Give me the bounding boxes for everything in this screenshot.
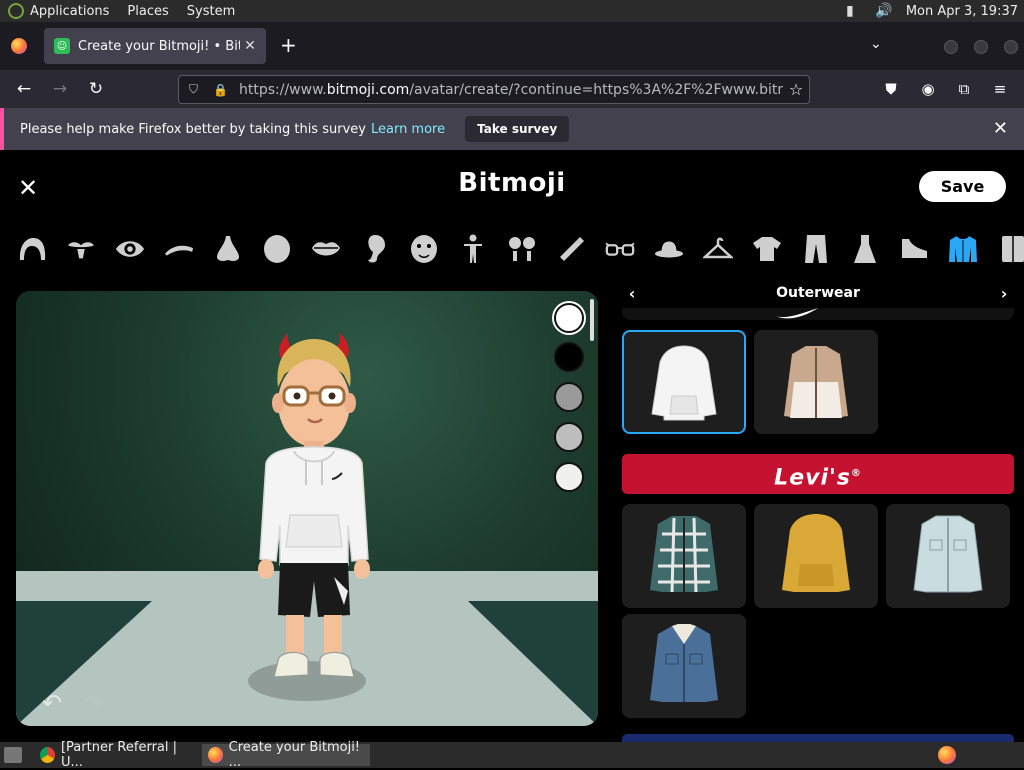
accessories-icon[interactable] <box>507 234 537 264</box>
menu-icon[interactable]: ≡ <box>990 79 1010 99</box>
panel-header: ‹ Outerwear › <box>620 278 1016 308</box>
top-icon[interactable] <box>752 234 782 264</box>
nav-bar: ← → ↻ ⛉ 🔒 https://www.bitmoji.com/avatar… <box>0 70 1024 108</box>
body-icon[interactable] <box>458 234 488 264</box>
forward-icon[interactable]: → <box>49 78 71 100</box>
top-panel: Applications Places System ▮ 🔊 Mon Apr 3… <box>0 0 1024 22</box>
window-close-icon[interactable] <box>1004 40 1018 54</box>
task-bitmoji[interactable]: Create your Bitmoji! ... <box>202 740 370 770</box>
face-shape-icon[interactable] <box>262 234 292 264</box>
minimize-icon[interactable] <box>944 40 958 54</box>
url-text[interactable]: https://www.bitmoji.com/avatar/create/?c… <box>239 82 783 98</box>
show-desktop-icon[interactable] <box>4 747 22 763</box>
pocket-icon[interactable]: ⛊ <box>881 79 901 99</box>
color-swatch-white[interactable] <box>554 303 584 333</box>
outerwear-panel: ‹ Outerwear › Levi's® <box>612 274 1024 744</box>
notice-close-icon[interactable]: ✕ <box>993 118 1008 139</box>
save-button[interactable]: Save <box>919 171 1006 202</box>
account-icon[interactable]: ◉ <box>918 79 938 99</box>
back-icon[interactable]: ← <box>13 78 35 100</box>
network-icon[interactable]: ▮ <box>838 3 862 19</box>
firefox-view-icon[interactable] <box>11 38 27 54</box>
survey-notification: Please help make Firefox better by takin… <box>0 108 1024 150</box>
list-tabs-icon[interactable]: ⌄ <box>870 36 882 52</box>
task-partner-referral[interactable]: [Partner Referral | U... <box>34 740 200 770</box>
category-bar <box>0 224 1024 274</box>
face-details-icon[interactable] <box>409 234 439 264</box>
gnome-foot-icon[interactable] <box>8 3 24 19</box>
nose-icon[interactable] <box>213 234 243 264</box>
tab-bitmoji[interactable]: ☺ Create your Bitmoji! • Bitmoji ✕ <box>44 28 266 64</box>
redo-icon[interactable]: ↷ <box>84 689 104 717</box>
url-bar[interactable]: ⛉ 🔒 https://www.bitmoji.com/avatar/creat… <box>178 75 810 104</box>
levis-logo: Levi's <box>774 465 851 491</box>
item-denim-sherpa-jacket[interactable] <box>622 614 746 718</box>
item-tan-windbreaker[interactable] <box>754 330 878 434</box>
more-icon[interactable] <box>997 234 1024 264</box>
chrome-icon <box>40 747 55 763</box>
prev-category-icon[interactable]: ‹ <box>620 284 644 303</box>
bitmoji-logo: Bitmoji <box>458 168 566 198</box>
maximize-icon[interactable] <box>974 40 988 54</box>
eye-icon[interactable] <box>115 234 145 264</box>
places-menu[interactable]: Places <box>127 4 168 19</box>
nike-banner <box>622 308 1014 320</box>
avatar-preview: ↶ ↷ <box>16 291 598 726</box>
item-white-hoodie[interactable] <box>622 330 746 434</box>
reload-icon[interactable]: ↻ <box>85 78 107 100</box>
outfit-icon[interactable] <box>703 234 733 264</box>
item-plaid-jacket[interactable] <box>622 504 746 608</box>
tab-title: Create your Bitmoji! • Bitmoji <box>78 38 240 54</box>
color-swatch-offwhite[interactable] <box>554 462 584 492</box>
eyebrow-icon[interactable] <box>164 234 194 264</box>
learn-more-link[interactable]: Learn more <box>371 122 445 137</box>
makeup-icon[interactable] <box>556 234 586 264</box>
item-light-denim-jacket[interactable] <box>886 504 1010 608</box>
tab-close-icon[interactable]: ✕ <box>240 38 260 54</box>
facial-hair-icon[interactable] <box>66 234 96 264</box>
outerwear-icon[interactable] <box>948 234 978 264</box>
swatch-scrollbar[interactable] <box>590 299 594 341</box>
lips-icon[interactable] <box>311 234 341 264</box>
tracking-protection-icon[interactable]: ⛉ <box>189 82 203 97</box>
ear-icon[interactable] <box>360 234 390 264</box>
applications-menu[interactable]: Applications <box>30 4 109 19</box>
system-menu[interactable]: System <box>187 4 235 19</box>
color-swatch-black[interactable] <box>554 342 584 372</box>
notice-text: Please help make Firefox better by takin… <box>20 121 366 137</box>
bitmoji-favicon-icon: ☺ <box>54 38 70 54</box>
color-swatch-silver[interactable] <box>554 422 584 452</box>
new-tab-icon[interactable]: + <box>280 34 297 56</box>
workspace-firefox-icon[interactable] <box>938 746 956 764</box>
next-category-icon[interactable]: › <box>992 284 1016 303</box>
volume-icon[interactable]: 🔊 <box>872 3 896 19</box>
extensions-icon[interactable]: ⧉ <box>954 79 974 99</box>
shoes-icon[interactable] <box>899 234 929 264</box>
item-mustard-hoodie[interactable] <box>754 504 878 608</box>
glasses-icon[interactable] <box>605 234 635 264</box>
hat-icon[interactable] <box>654 234 684 264</box>
taskbar: [Partner Referral | U... Create your Bit… <box>0 740 1024 770</box>
panel-heading: Outerwear <box>776 285 860 301</box>
levis-banner: Levi's® <box>622 454 1014 494</box>
tab-bar: ☺ Create your Bitmoji! • Bitmoji ✕ + ⌄ <box>0 22 1024 70</box>
bottoms-icon[interactable] <box>801 234 831 264</box>
clock[interactable]: Mon Apr 3, 19:37 <box>906 4 1018 19</box>
avatar-figure <box>258 333 370 678</box>
lock-icon[interactable]: 🔒 <box>213 83 228 97</box>
undo-icon[interactable]: ↶ <box>42 689 62 717</box>
bitmoji-page: ✕ Bitmoji Save ↶ ↷ ‹ Outerwear › Levi's® <box>0 150 1024 744</box>
hair-icon[interactable] <box>17 234 47 264</box>
color-swatch-gray[interactable] <box>554 382 584 412</box>
dress-icon[interactable] <box>850 234 880 264</box>
bookmark-star-icon[interactable]: ☆ <box>783 80 809 99</box>
firefox-icon <box>208 747 223 763</box>
take-survey-button[interactable]: Take survey <box>465 116 570 142</box>
